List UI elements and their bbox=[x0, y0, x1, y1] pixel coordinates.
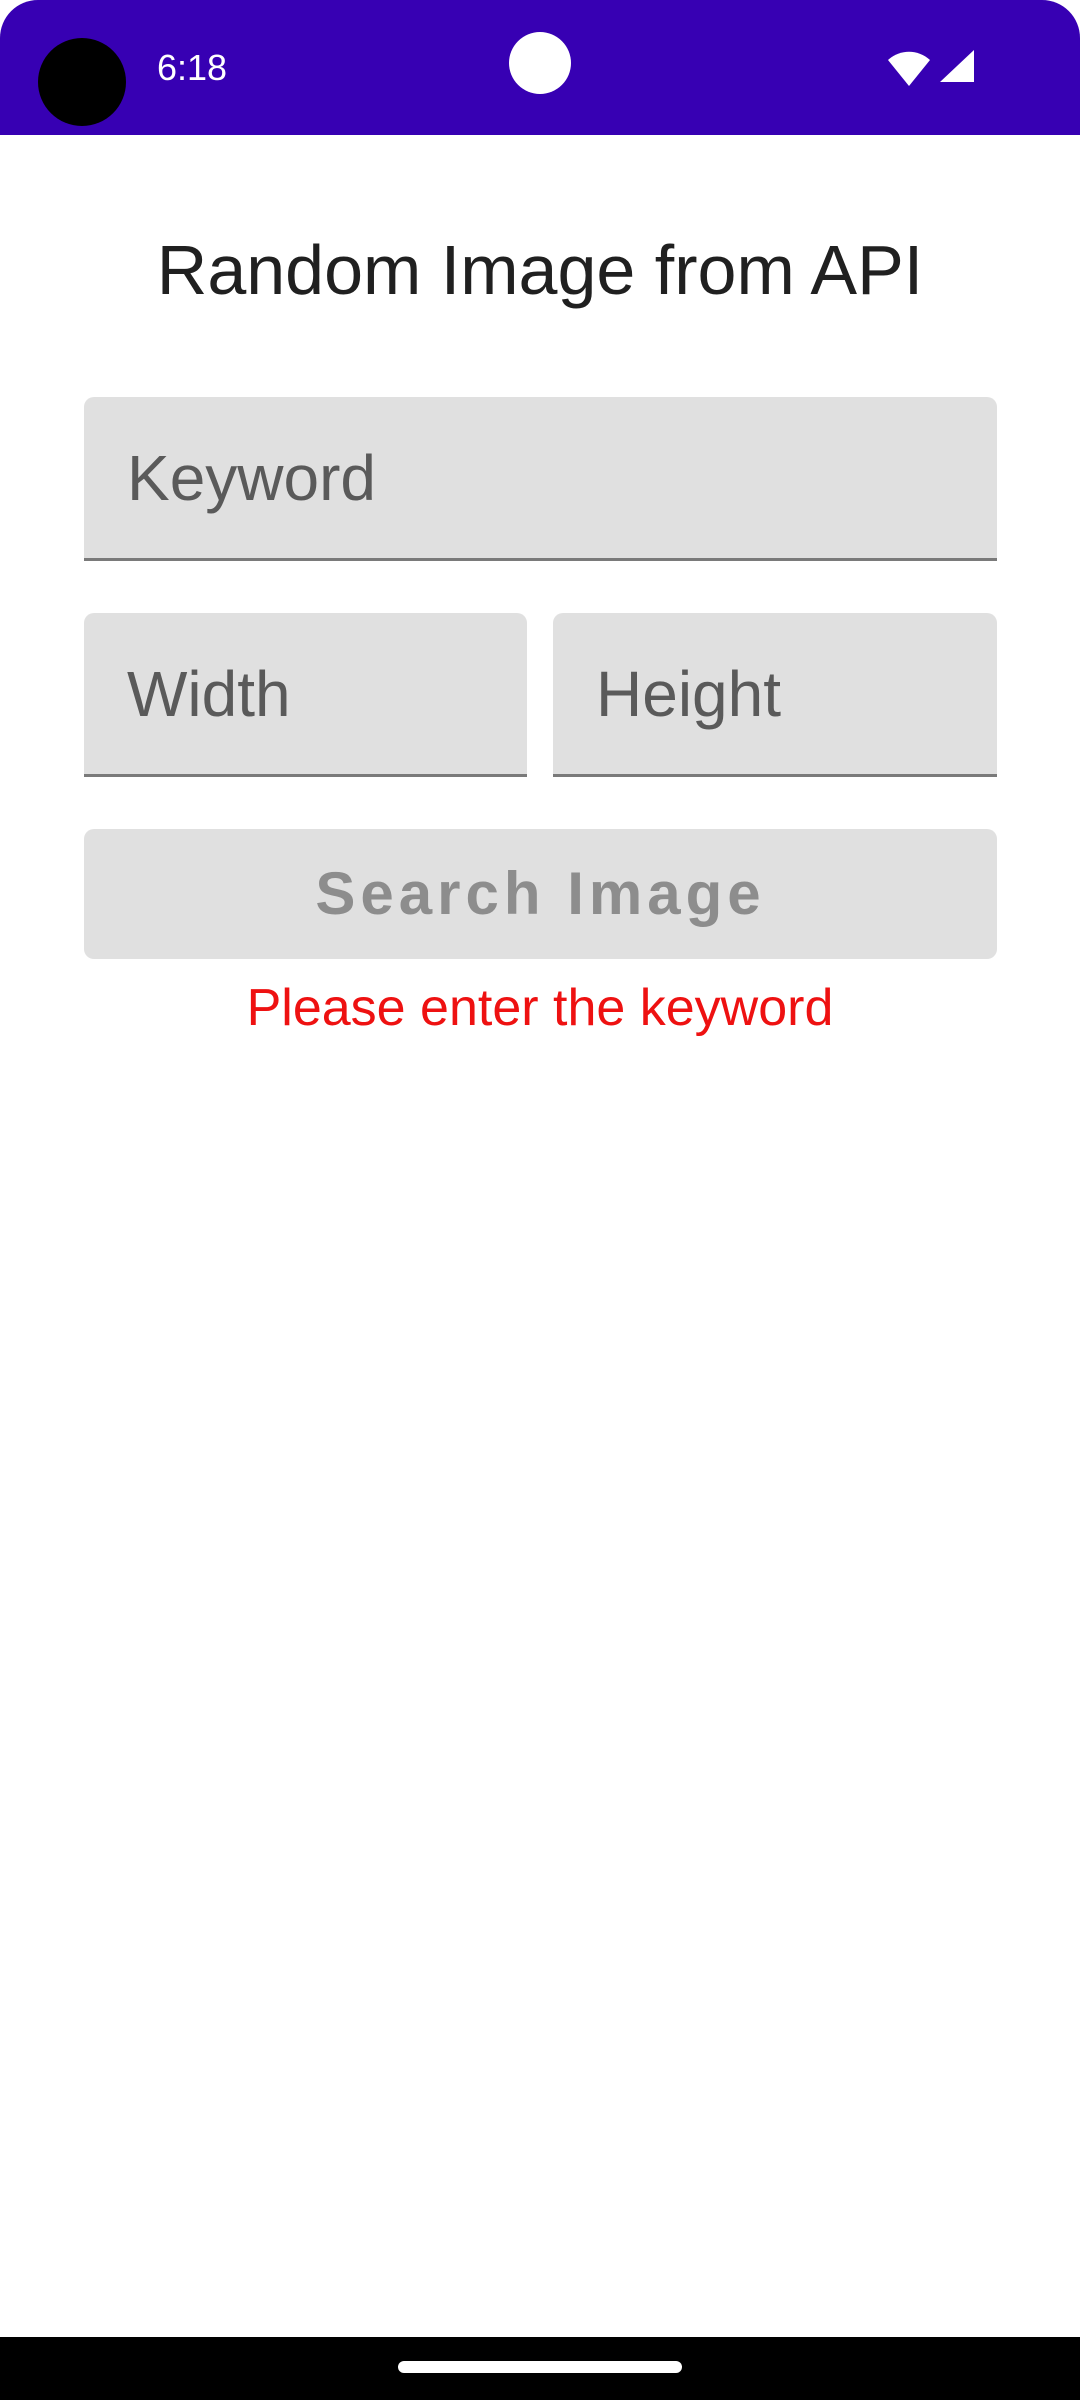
keyword-placeholder: Keyword bbox=[127, 441, 376, 514]
error-message: Please enter the keyword bbox=[246, 979, 834, 1037]
wifi-icon bbox=[886, 48, 932, 88]
width-placeholder: Width bbox=[127, 657, 291, 730]
navigation-bar bbox=[0, 2337, 1080, 2400]
cell-signal-icon bbox=[936, 48, 976, 84]
height-input[interactable]: Height bbox=[553, 613, 997, 777]
width-input[interactable]: Width bbox=[84, 613, 527, 777]
keyword-input[interactable]: Keyword bbox=[84, 397, 997, 561]
search-image-button[interactable]: Search Image bbox=[84, 829, 997, 959]
notification-dot-icon bbox=[509, 32, 571, 94]
status-icons bbox=[886, 48, 996, 88]
page-title: Random Image from API bbox=[156, 231, 924, 309]
home-indicator[interactable] bbox=[398, 2361, 682, 2373]
height-placeholder: Height bbox=[596, 657, 781, 730]
camera-cutout bbox=[38, 38, 126, 126]
status-bar: 6:18 bbox=[0, 0, 1080, 135]
status-time: 6:18 bbox=[157, 47, 228, 88]
